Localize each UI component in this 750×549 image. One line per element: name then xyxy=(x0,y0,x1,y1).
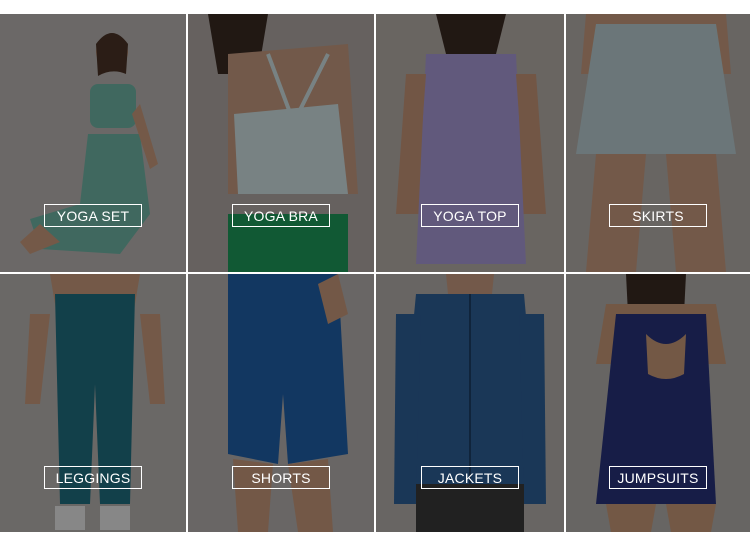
yoga-top-label: YOGA TOP xyxy=(421,204,519,227)
tile-shade xyxy=(0,14,186,272)
tile-shade xyxy=(376,274,564,532)
category-tile-shorts[interactable]: SHORTS xyxy=(188,274,374,532)
category-tile-yoga-top[interactable]: YOGA TOP xyxy=(376,14,564,272)
yoga-set-label: YOGA SET xyxy=(44,204,142,227)
category-tile-skirts[interactable]: SKIRTS xyxy=(566,14,750,272)
tile-shade xyxy=(566,274,750,532)
category-tile-jackets[interactable]: JACKETS xyxy=(376,274,564,532)
tile-shade xyxy=(566,14,750,272)
yoga-bra-label: YOGA BRA xyxy=(232,204,330,227)
category-tile-yoga-bra[interactable]: YOGA BRA xyxy=(188,14,374,272)
tile-shade xyxy=(376,14,564,272)
category-grid: YOGA SET YOGA BRA YOGA TOP SKIRTS LEGGIN… xyxy=(0,14,750,534)
tile-shade xyxy=(0,274,186,532)
category-tile-jumpsuits[interactable]: JUMPSUITS xyxy=(566,274,750,532)
category-tile-leggings[interactable]: LEGGINGS xyxy=(0,274,186,532)
shorts-label: SHORTS xyxy=(232,466,330,489)
leggings-label: LEGGINGS xyxy=(44,466,142,489)
tile-shade xyxy=(188,274,374,532)
tile-shade xyxy=(188,14,374,272)
skirts-label: SKIRTS xyxy=(609,204,707,227)
category-tile-yoga-set[interactable]: YOGA SET xyxy=(0,14,186,272)
jumpsuits-label: JUMPSUITS xyxy=(609,466,707,489)
jackets-label: JACKETS xyxy=(421,466,519,489)
